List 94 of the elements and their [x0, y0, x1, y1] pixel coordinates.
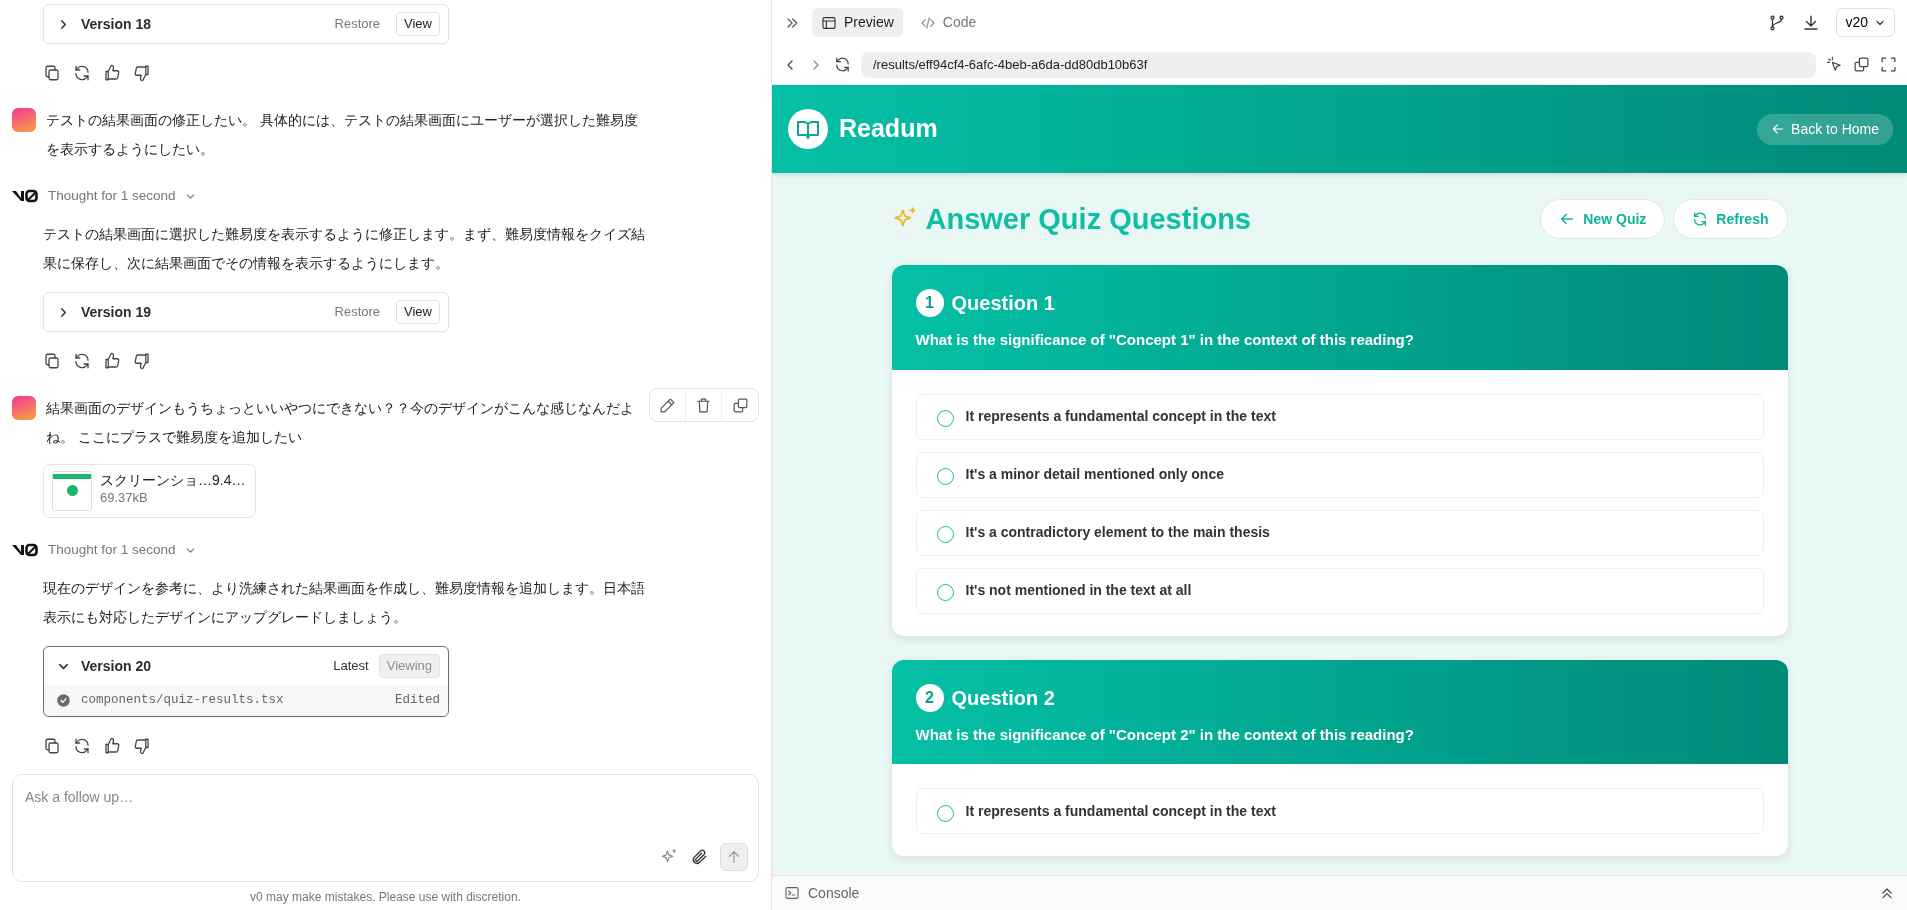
branch-icon — [1768, 13, 1787, 32]
brand-name: Readum — [839, 113, 939, 145]
fullscreen-icon — [1880, 56, 1897, 73]
arrow-left-icon — [1771, 122, 1786, 136]
version-title: Version 18 — [81, 14, 153, 34]
answer-option[interactable]: It's a contradictory element to the main thesis — [915, 509, 1764, 556]
version-title: Version 19 — [81, 302, 153, 322]
view-button[interactable]: View — [396, 300, 440, 324]
regenerate-button[interactable] — [73, 64, 91, 82]
thumbs-up-button[interactable] — [103, 352, 121, 370]
copy-button[interactable] — [43, 736, 61, 755]
user-avatar — [12, 108, 36, 132]
trash-icon — [695, 396, 712, 414]
view-button[interactable]: View — [396, 12, 440, 36]
thumbs-down-icon — [133, 352, 151, 370]
v0-logo-icon — [12, 189, 38, 203]
regenerate-button[interactable] — [73, 352, 91, 370]
reload-icon — [834, 56, 851, 73]
thumbs-up-icon — [103, 352, 121, 370]
refresh-icon — [1692, 211, 1709, 227]
window-icon — [821, 14, 837, 31]
attachment-size: 69.37kB — [100, 489, 149, 507]
version-select[interactable]: v20 — [1836, 8, 1895, 37]
copy-icon — [43, 736, 61, 755]
version-status: Latest — [333, 657, 369, 676]
preview-tab[interactable]: Code — [910, 8, 986, 37]
regenerate-button[interactable] — [73, 736, 91, 755]
branch-button[interactable] — [1768, 13, 1787, 32]
file-path: components/quiz-results.tsx — [81, 692, 285, 709]
thumbs-up-icon — [103, 736, 121, 755]
paperclip-icon — [690, 848, 708, 866]
check-circle-icon — [56, 692, 71, 708]
reload-button[interactable] — [834, 56, 851, 73]
thought-toggle[interactable]: Thought for 1 second — [48, 185, 197, 207]
pencil-icon — [659, 396, 676, 414]
question-number: 2 — [915, 683, 944, 712]
terminal-icon — [784, 885, 800, 901]
console-label: Console — [808, 883, 861, 903]
code-icon — [919, 14, 936, 31]
thumbs-down-icon — [133, 64, 151, 82]
assistant-message: テストの結果画面に選択した難易度を表示するように修正します。まず、難易度情報をクイズ結果に保存し、次に結果画面でその情報を表示するようにします。 — [43, 225, 645, 273]
answer-option[interactable]: It represents a fundamental concept in the text — [915, 788, 1764, 834]
restore-button[interactable]: Restore — [328, 301, 387, 323]
copy-icon — [1853, 56, 1870, 73]
thumbs-down-button[interactable] — [133, 736, 151, 755]
version-title: Version 20 — [81, 656, 153, 676]
copy-icon — [731, 396, 749, 414]
cursor-icon — [1826, 56, 1843, 73]
user-message: 結果画面のデザインもうちょっといいやつにできない？？今のデザインがこんな感じなんだよね。 ここにプラスで難易度を追加したい — [46, 399, 635, 447]
thumbs-down-button[interactable] — [133, 352, 151, 370]
copy-icon — [43, 64, 61, 82]
attach-button[interactable] — [690, 848, 708, 866]
copy-icon — [43, 352, 61, 370]
new-tab-button[interactable] — [1853, 56, 1870, 73]
arrow-up-icon — [726, 849, 742, 865]
thumbs-up-button[interactable] — [103, 64, 121, 82]
regenerate-icon — [73, 352, 91, 370]
arrow-left-icon — [1559, 211, 1576, 227]
file-status: Edited — [395, 692, 440, 709]
question-title: Question 2 — [951, 685, 1055, 710]
user-message: テストの結果画面の修正したい。 具体的には、テストの結果画面にユーザーが選択した難易度を表示するようにしたい。 — [46, 111, 639, 159]
question-title: Question 1 — [951, 291, 1055, 315]
assistant-message: 現在のデザインを参考に、より洗練された結果画面を作成し、難易度情報を追加します。日本語表示にも対応したデザインにアップグレードしましょう。 — [43, 579, 645, 627]
regenerate-icon — [73, 736, 91, 755]
viewing-badge: Viewing — [378, 654, 440, 678]
url-field[interactable]: /results/eff94cf4-6afc-4beb-a6da-dd80db10b63f — [861, 51, 1816, 78]
answer-option[interactable]: It's not mentioned in the text at all — [915, 567, 1764, 614]
question-text: What is the significance of "Concept 1" in the context of this reading? — [915, 330, 1415, 350]
copy-button[interactable] — [43, 352, 61, 370]
regenerate-icon — [73, 64, 91, 82]
attachment-card[interactable]: スクリーンショ…9.4… 69.37kB — [43, 464, 256, 518]
thumbs-up-button[interactable] — [103, 736, 121, 755]
copy-button[interactable] — [43, 64, 61, 82]
user-avatar — [12, 396, 36, 420]
thought-toggle[interactable]: Thought for 1 second — [48, 539, 197, 561]
fullscreen-button[interactable] — [1880, 56, 1897, 73]
page-title: Answer Quiz Questions — [925, 201, 1252, 237]
restore-button[interactable]: Restore — [328, 13, 387, 35]
thumbs-down-button[interactable] — [133, 64, 151, 82]
thumbs-up-icon — [103, 64, 121, 82]
download-button[interactable] — [1802, 13, 1821, 32]
select-element-button[interactable] — [1826, 56, 1843, 73]
question-text: What is the significance of "Concept 2" in the context of this reading? — [915, 724, 1415, 745]
screenshot-thumbnail — [52, 471, 92, 511]
disclaimer: v0 may make mistakes. Please use with discretion. — [249, 889, 522, 906]
answer-option[interactable]: It represents a fundamental concept in the text — [915, 393, 1764, 440]
download-icon — [1802, 13, 1821, 32]
attachment-name: スクリーンショ…9.4… — [100, 471, 246, 489]
question-number: 1 — [915, 289, 944, 317]
preview-tab[interactable]: Preview — [812, 8, 903, 37]
composer-field[interactable]: Ask a follow up… — [12, 774, 759, 882]
v0-logo-icon — [12, 543, 38, 557]
thumbs-down-icon — [133, 736, 151, 755]
answer-option[interactable]: It's a minor detail mentioned only once — [915, 451, 1764, 498]
